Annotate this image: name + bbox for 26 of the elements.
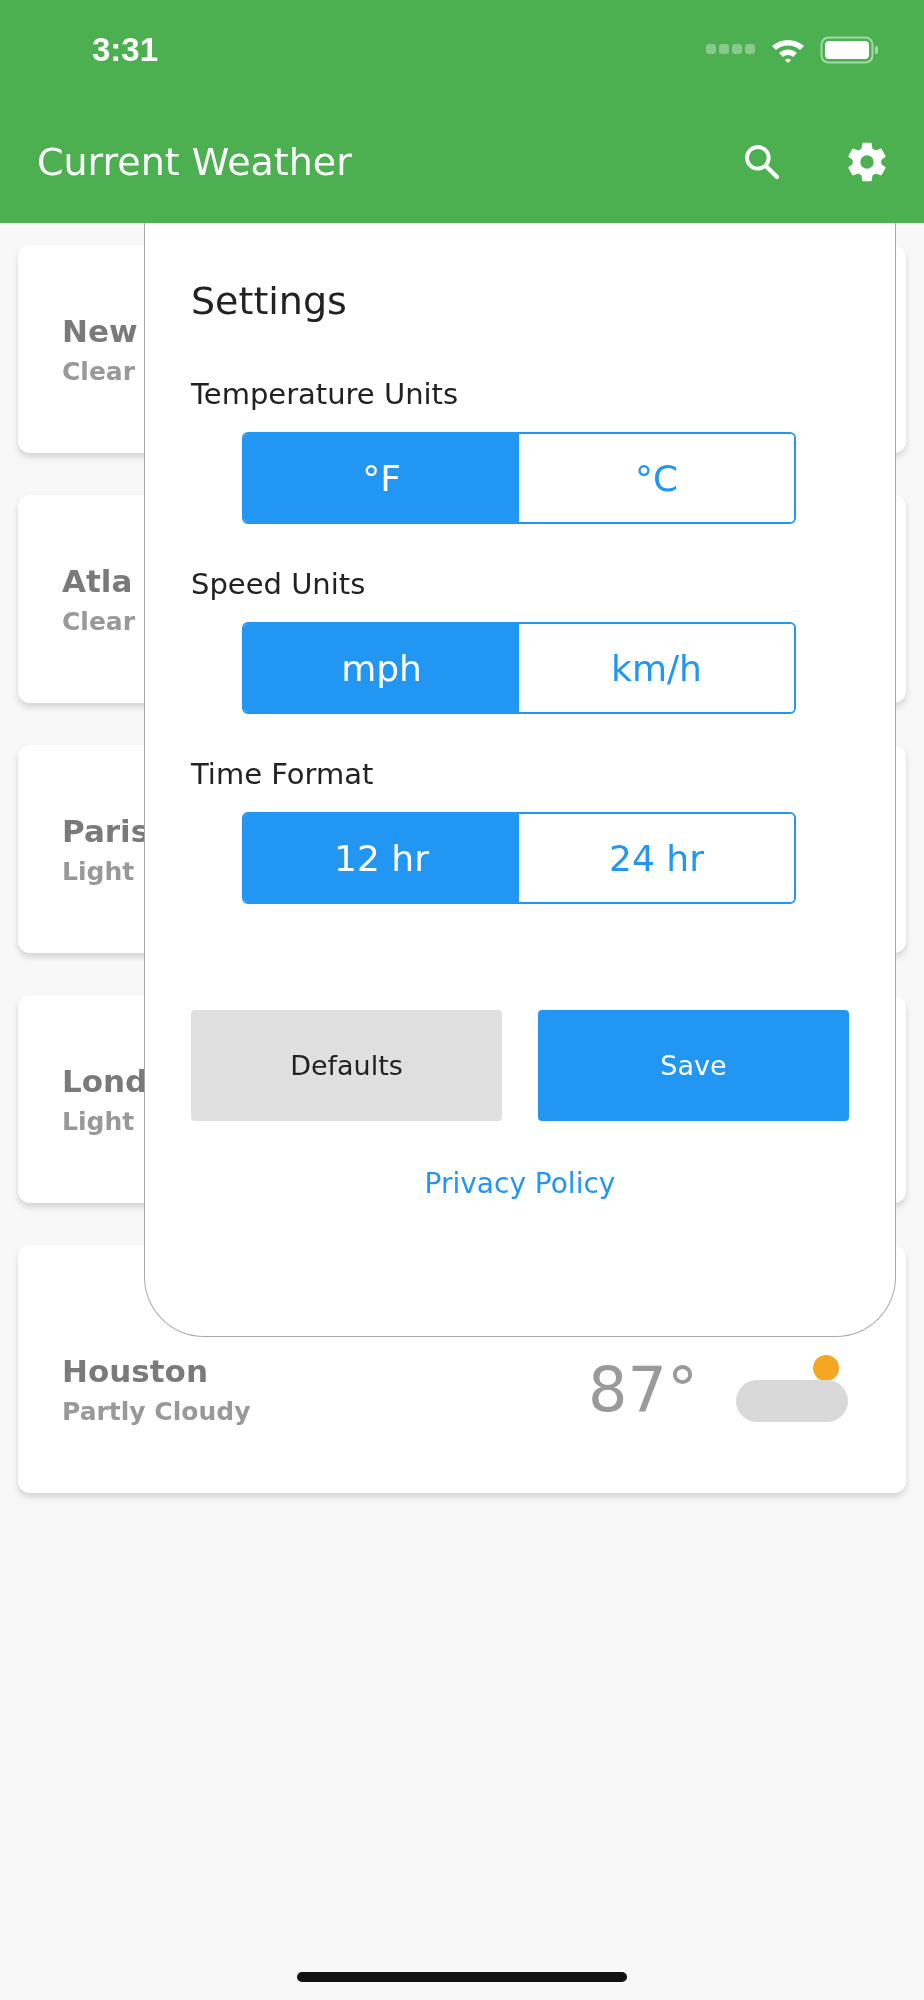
weather-condition: Clear [62, 356, 136, 386]
city-name: Paris [62, 812, 150, 849]
save-button[interactable]: Save [538, 1010, 849, 1121]
setting-label: Speed Units [191, 567, 367, 601]
segment-option[interactable]: mph [244, 624, 519, 712]
city-name: Lond [62, 1062, 148, 1099]
city-name: Atla [62, 562, 133, 599]
segment-option[interactable]: °F [244, 434, 519, 522]
app-title: Current Weather [37, 139, 353, 184]
settings-title: Settings [191, 279, 348, 323]
setting-label: Time Format [191, 757, 375, 791]
setting-label: Temperature Units [191, 377, 460, 411]
status-time: 3:31 [92, 31, 159, 69]
defaults-button[interactable]: Defaults [191, 1010, 502, 1121]
privacy-link[interactable]: Privacy Policy [424, 1167, 616, 1200]
cloud-sun-icon [734, 1354, 850, 1424]
battery-icon [820, 36, 880, 64]
city-name: Houston [62, 1352, 208, 1389]
weather-condition: Clear [62, 606, 136, 636]
weather-condition: Partly Cloudy [62, 1396, 251, 1426]
city-name: New [62, 312, 138, 349]
signal-icon [706, 44, 756, 56]
segment-option[interactable]: 12 hr [244, 814, 519, 902]
weather-condition: Light [62, 1106, 135, 1136]
weather-condition: Light [62, 856, 135, 886]
temperature: 87° [588, 1352, 698, 1426]
